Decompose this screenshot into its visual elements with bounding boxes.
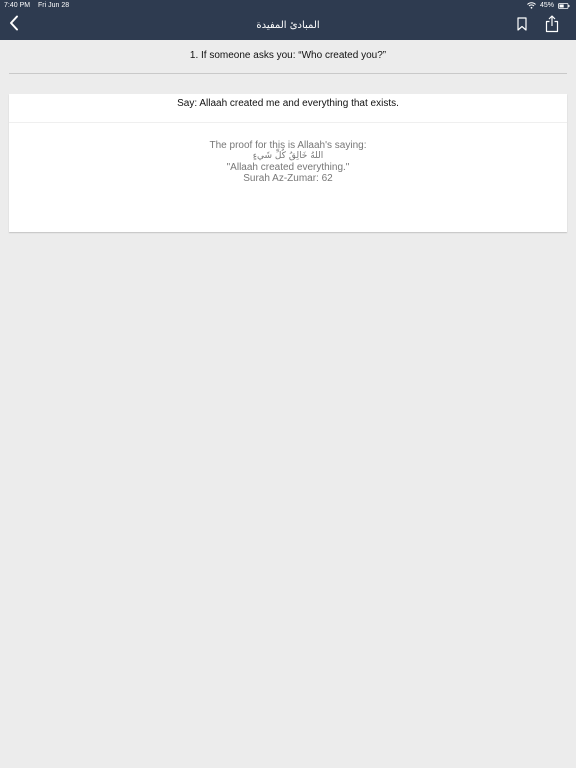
status-bar: 7:40 PM Fri Jun 28 45%	[0, 0, 576, 11]
proof-block: The proof for this is Allaah's saying: ا…	[9, 140, 567, 184]
card-divider	[9, 122, 567, 123]
status-date: Fri Jun 28	[38, 2, 70, 9]
answer-card: Say: Allaah created me and everything th…	[9, 94, 567, 232]
bookmark-button[interactable]	[514, 16, 530, 36]
proof-translation: "Allaah created everything."	[226, 162, 350, 173]
status-time: 7:40 PM	[4, 2, 31, 9]
status-right: 45%	[527, 0, 570, 11]
bookmark-icon	[517, 16, 527, 36]
share-button[interactable]	[543, 14, 561, 38]
battery-icon	[558, 2, 570, 9]
proof-intro: The proof for this is Allaah's saying:	[209, 140, 367, 151]
share-icon	[545, 14, 559, 38]
question-text: 1. If someone asks you: “Who created you…	[189, 50, 387, 61]
nav-bar: المبادئ المفيدة	[0, 11, 576, 40]
page-title: المبادئ المفيدة	[256, 20, 320, 31]
proof-reference: Surah Az-Zumar: 62	[243, 173, 333, 184]
answer-text: Say: Allaah created me and everything th…	[177, 98, 399, 109]
battery-percent: 45%	[539, 2, 554, 9]
wifi-icon	[527, 2, 536, 9]
proof-arabic: اللهُ خَالِقُ كُلِّ شَيءٍ	[252, 151, 324, 161]
divider	[9, 73, 567, 74]
status-left: 7:40 PM Fri Jun 28	[4, 0, 75, 11]
